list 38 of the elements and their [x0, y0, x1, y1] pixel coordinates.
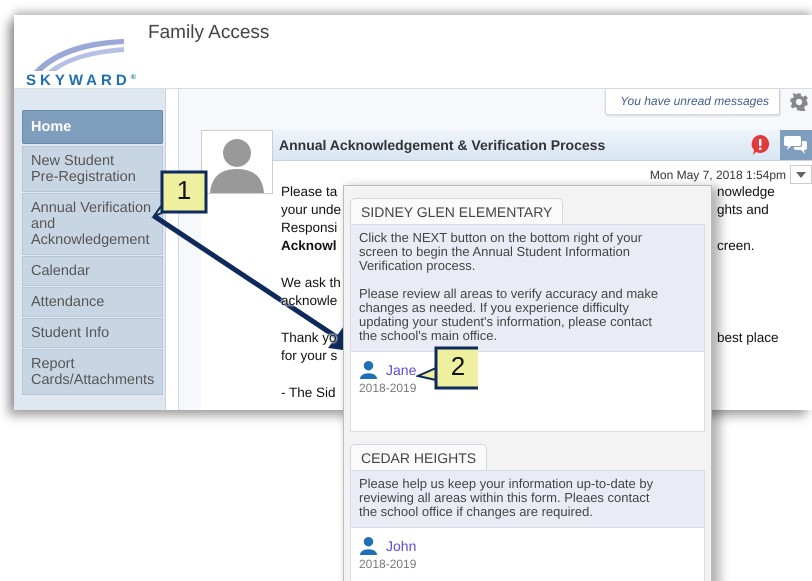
message-text: your unde — [281, 202, 342, 217]
logo: SKYWARD$^{®}$ — [24, 37, 140, 89]
message-title: Annual Acknowledgement & Verification Process — [278, 137, 606, 153]
instructions-text: Please review all areas to verify accuracy and make changes as needed. If you experience difficulty updating your student's information, please contact the school's main office. — [359, 287, 660, 343]
message-text: best place — [717, 330, 779, 347]
message-text: We ask th — [281, 275, 341, 290]
message-text: ghts and — [717, 202, 769, 219]
alert-icon — [750, 134, 770, 156]
caret-icon — [796, 172, 806, 178]
message-text: Acknowl — [281, 238, 337, 253]
settings-icon[interactable] — [790, 93, 808, 111]
chat-button[interactable] — [780, 130, 812, 160]
nav-item[interactable]: Student Info — [22, 318, 163, 348]
unread-messages-link[interactable]: You have unread messages — [605, 89, 780, 115]
message-text: Please ta — [281, 184, 338, 199]
nav-item[interactable]: New Student Pre-Registration — [22, 146, 163, 192]
chat-icon — [784, 134, 808, 156]
nav-item[interactable]: Calendar — [22, 256, 163, 286]
person-icon — [359, 536, 378, 555]
nav-item[interactable]: Report Cards/Attachments — [22, 349, 163, 395]
nav-item[interactable]: Attendance — [22, 287, 163, 317]
app-title: Family Access — [148, 22, 270, 44]
message-text: creen. — [717, 238, 755, 255]
message-text: Responsi — [281, 220, 338, 235]
instructions-text: Please help us keep your information up-to-date by reviewing all areas within this form. Pleaes contact the school office if changes are required. — [359, 477, 654, 519]
message-text: nowledge — [717, 184, 775, 201]
message-text: - The Sid — [281, 385, 336, 400]
student-link[interactable]: Jane — [386, 362, 416, 378]
person-icon — [359, 360, 378, 379]
message-text: for your s — [281, 348, 338, 363]
dropdown-button[interactable] — [790, 165, 812, 184]
school-year: 2018-2019 — [359, 557, 418, 571]
school-year: 2018-2019 — [359, 381, 418, 395]
nav-item[interactable]: Annual Verification and Acknowledgement — [22, 193, 163, 255]
instructions-text: Click the NEXT button on the bottom right of your screen to begin the Annual Student Information Verification process. — [359, 231, 644, 273]
nav-item[interactable]: Home — [22, 110, 163, 144]
message-date: Mon May 7, 2018 1:54pm — [650, 166, 787, 182]
student-link[interactable]: John — [386, 538, 416, 554]
